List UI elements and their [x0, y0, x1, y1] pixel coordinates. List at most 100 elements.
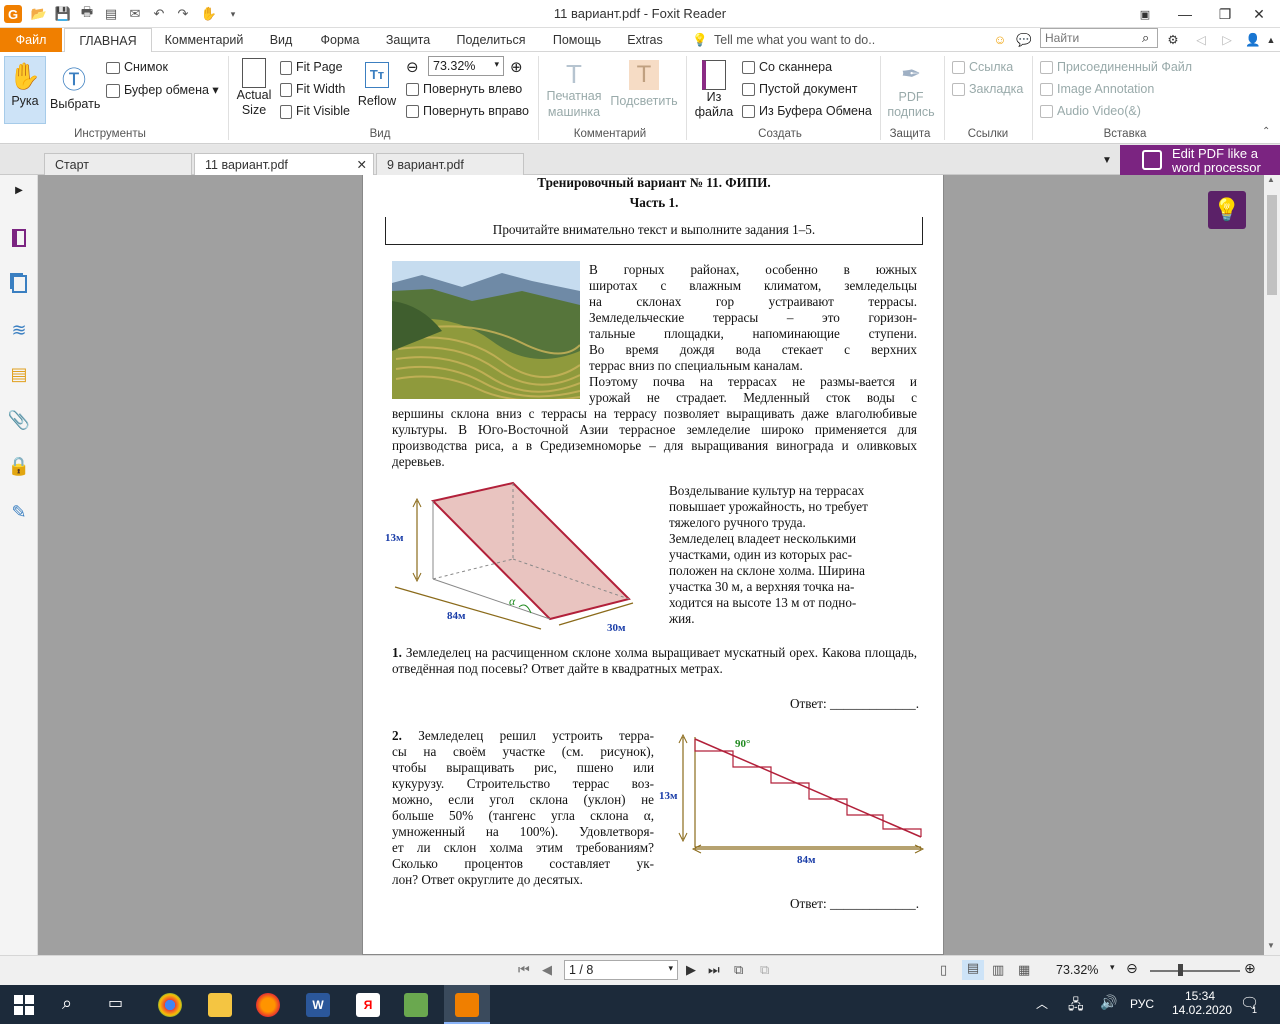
yandex-icon[interactable]: Я: [356, 993, 380, 1017]
fit-page-button[interactable]: Fit Page: [280, 60, 343, 75]
user-icon[interactable]: 👤: [1244, 28, 1262, 52]
audio-video-button[interactable]: Audio Video(&): [1040, 104, 1141, 119]
continuous-page-icon[interactable]: ▤: [962, 960, 984, 980]
word-icon[interactable]: W: [306, 993, 330, 1017]
typewriter-button[interactable]: T Печатная машинка: [544, 56, 604, 128]
last-page-icon[interactable]: ⏭: [708, 962, 720, 978]
signature-panel-icon[interactable]: ✎: [8, 501, 30, 523]
collapse-ribbon-icon[interactable]: ▲: [1264, 28, 1278, 52]
prev-page-icon[interactable]: ◀: [542, 962, 552, 978]
tab-doc-9[interactable]: 9 вариант.pdf: [376, 153, 524, 175]
windows-start-icon[interactable]: [14, 995, 34, 1015]
reflow-button[interactable]: Tт Reflow: [356, 56, 398, 128]
pages-panel-icon[interactable]: [8, 273, 30, 295]
continuous-facing-icon[interactable]: ▦: [1018, 962, 1030, 978]
prev-view-icon[interactable]: ⧉: [734, 962, 743, 978]
tab-extras[interactable]: Extras: [620, 28, 670, 52]
highlight-button[interactable]: T Подсветить: [608, 56, 680, 128]
image-annotation-button[interactable]: Image Annotation: [1040, 82, 1154, 97]
tab-share[interactable]: Поделиться: [450, 28, 532, 52]
tab-help[interactable]: Помощь: [546, 28, 608, 52]
from-scanner-button[interactable]: Со сканнера: [742, 60, 832, 75]
from-clipboard-button[interactable]: Из Буфера Обмена: [742, 104, 872, 119]
bookmarks-panel-icon[interactable]: [8, 227, 30, 249]
zoom-out-icon[interactable]: ⊖: [406, 58, 419, 76]
tab-doc-11[interactable]: 11 вариант.pdf ✕: [194, 153, 374, 176]
hand-tool-button[interactable]: ✋ Рука: [4, 56, 46, 124]
chat-icon[interactable]: 💬: [1014, 28, 1034, 52]
zoom-slider-thumb[interactable]: [1178, 964, 1183, 976]
ribbon-collapse-icon[interactable]: ⌃: [1262, 126, 1270, 137]
bookmark-button[interactable]: Закладка: [952, 82, 1023, 97]
foxit-taskbar-button[interactable]: [444, 985, 490, 1024]
from-file-button[interactable]: Из файла: [692, 56, 736, 128]
rotate-right-button[interactable]: Повернуть вправо: [406, 104, 529, 119]
close-tab-icon[interactable]: ✕: [357, 154, 367, 176]
next-result-icon[interactable]: ▷: [1220, 28, 1234, 52]
status-zoom-in-icon[interactable]: ⊕: [1244, 960, 1256, 977]
rotate-left-button[interactable]: Повернуть влево: [406, 82, 522, 97]
tab-comment[interactable]: Комментарий: [156, 28, 252, 52]
hint-lightbulb-icon[interactable]: 💡: [1208, 191, 1246, 229]
blank-document-button[interactable]: Пустой документ: [742, 82, 857, 97]
prev-result-icon[interactable]: ◁: [1194, 28, 1208, 52]
select-tool-button[interactable]: Ⓣ Выбрать: [50, 56, 100, 124]
ribbon-options-icon[interactable]: ▣: [1130, 0, 1160, 28]
fit-width-button[interactable]: Fit Width: [280, 82, 345, 97]
security-panel-icon[interactable]: 🔒: [8, 455, 30, 477]
snapshot-button[interactable]: Снимок: [106, 60, 168, 74]
fit-visible-button[interactable]: Fit Visible: [280, 104, 350, 119]
attachments-panel-icon[interactable]: 📎: [8, 409, 30, 431]
scroll-down-icon[interactable]: ▼: [1267, 941, 1275, 950]
volume-icon[interactable]: 🔊: [1100, 994, 1117, 1011]
scroll-thumb[interactable]: [1267, 195, 1277, 295]
tab-view[interactable]: Вид: [260, 28, 302, 52]
zoom-input[interactable]: 73.32% ▾: [428, 56, 504, 76]
language-indicator[interactable]: РУС: [1130, 997, 1154, 1011]
file-menu[interactable]: Файл: [0, 28, 62, 52]
tab-form[interactable]: Форма: [312, 28, 368, 52]
actual-size-button[interactable]: Actual Size: [234, 56, 274, 128]
single-page-icon[interactable]: ▯: [940, 962, 947, 978]
search-input[interactable]: [1040, 28, 1158, 48]
close-button[interactable]: ✕: [1236, 0, 1280, 28]
tell-me-box[interactable]: Tell me what you want to do..: [714, 28, 894, 52]
scroll-up-icon[interactable]: ▲: [1267, 175, 1275, 184]
expand-panel-icon[interactable]: ▶: [8, 179, 30, 201]
task-view-icon[interactable]: ▭: [108, 993, 123, 1013]
next-view-icon[interactable]: ⧉: [760, 962, 769, 978]
zoom-slider[interactable]: [1150, 970, 1240, 972]
clipboard-button[interactable]: Буфер обмена ▾: [106, 82, 219, 98]
tab-start[interactable]: Старт: [44, 153, 192, 175]
tab-home[interactable]: ГЛАВНАЯ: [64, 28, 152, 53]
status-zoom-dropdown-icon[interactable]: ▾: [1110, 962, 1115, 973]
first-page-icon[interactable]: ⏮: [518, 962, 530, 978]
search-icon[interactable]: ⌕: [1142, 30, 1149, 46]
pdf-sign-button[interactable]: ✒ PDF подпись: [886, 56, 936, 128]
link-button[interactable]: Ссылка: [952, 60, 1013, 75]
edit-pdf-promo-button[interactable]: Edit PDF like a word processor: [1120, 145, 1280, 175]
next-page-icon[interactable]: ▶: [686, 962, 696, 978]
zoom-in-icon[interactable]: ⊕: [510, 58, 523, 76]
file-explorer-icon[interactable]: [208, 993, 232, 1017]
comments-panel-icon[interactable]: ▤: [8, 363, 30, 385]
network-icon[interactable]: 🖧: [1068, 994, 1084, 1018]
chrome-icon[interactable]: [158, 993, 182, 1017]
app-icon[interactable]: [404, 993, 428, 1017]
document-canvas[interactable]: Тренировочный вариант № 11. ФИПИ. Часть …: [38, 175, 1264, 955]
zoom-dropdown-icon[interactable]: ▾: [494, 59, 499, 70]
page-dropdown-icon[interactable]: ▾: [668, 963, 673, 974]
smiley-icon[interactable]: ☺: [990, 28, 1010, 52]
tab-protect[interactable]: Защита: [380, 28, 436, 52]
attach-file-button[interactable]: Присоединенный Файл: [1040, 60, 1192, 75]
search-taskbar-icon[interactable]: ⌕: [62, 993, 72, 1014]
page-number-input[interactable]: 1 / 8 ▾: [564, 960, 678, 980]
vertical-scrollbar[interactable]: ▲ ▼: [1264, 175, 1280, 955]
show-hidden-icon[interactable]: ︿: [1036, 995, 1048, 1012]
clock[interactable]: 15:34 14.02.2020: [1172, 989, 1232, 1017]
facing-page-icon[interactable]: ▥: [992, 962, 1004, 978]
settings-icon[interactable]: ⚙: [1162, 28, 1184, 52]
firefox-icon[interactable]: [256, 993, 280, 1017]
layers-panel-icon[interactable]: ≋: [8, 319, 30, 341]
tab-list-icon[interactable]: ▼: [1102, 155, 1112, 166]
